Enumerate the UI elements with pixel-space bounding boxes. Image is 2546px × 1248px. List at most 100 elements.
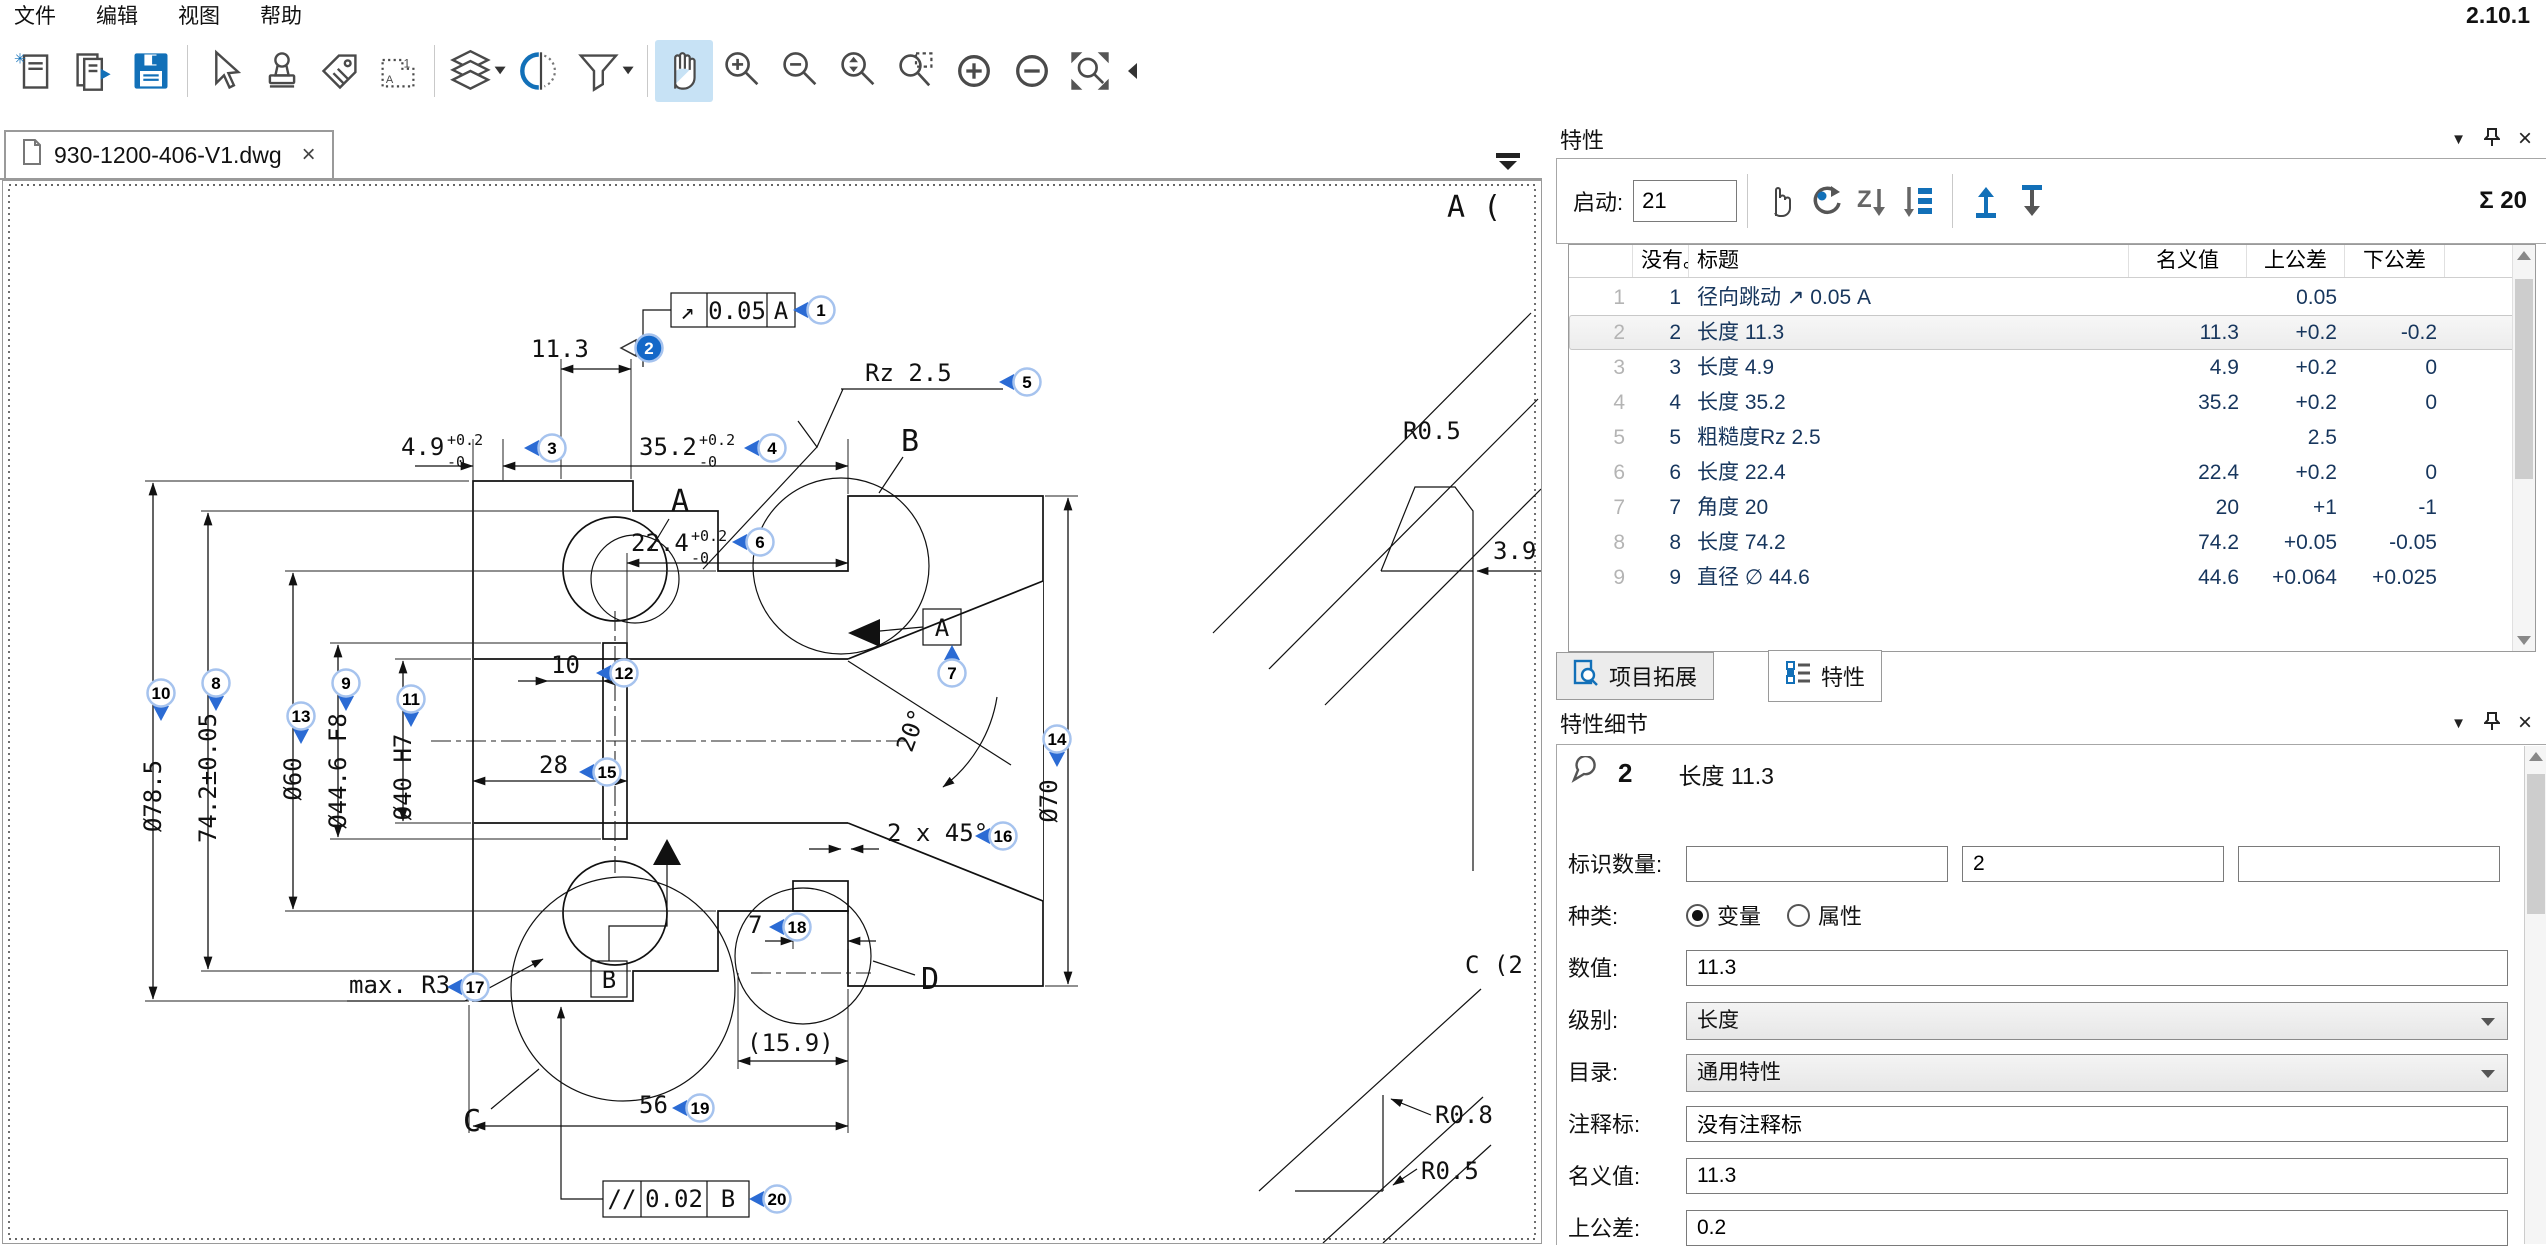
drawing-canvas[interactable]: .dl{stroke:#111;stroke-width:1.3;fill:no… <box>2 180 1542 1244</box>
balloon-shape-icon <box>1568 756 1598 791</box>
open-document-button[interactable] <box>64 40 122 102</box>
panel-collapse-icon[interactable]: ▼ <box>2451 715 2466 732</box>
scroll-up-icon[interactable] <box>2529 752 2543 761</box>
dim-d40: Ø40 H7 <box>389 734 417 821</box>
menu-file[interactable]: 文件 <box>14 0 56 30</box>
balloon-4[interactable]: 4 <box>744 435 786 462</box>
balloon-14[interactable]: 14 <box>1044 726 1071 768</box>
detail-scrollbar[interactable] <box>2524 746 2546 1244</box>
column-header-lower[interactable]: 下公差 <box>2345 245 2445 277</box>
id-count-input-3[interactable] <box>2238 846 2500 882</box>
tab-project-expand[interactable]: 项目拓展 <box>1556 652 1714 700</box>
tab-list-menu-button[interactable] <box>1496 153 1520 170</box>
id-count-input-1[interactable] <box>1686 846 1948 882</box>
filter-button[interactable] <box>570 40 640 102</box>
move-bottom-icon[interactable] <box>2009 178 2055 224</box>
balloon-5[interactable]: 5 <box>999 369 1041 396</box>
balloon-20[interactable]: 20 <box>749 1186 791 1213</box>
table-row-8[interactable]: 88长度 74.274.2+0.05-0.05 <box>1569 525 2535 560</box>
balloon-8[interactable]: 8 <box>203 670 230 712</box>
level-select[interactable]: 长度 <box>1686 1002 2508 1040</box>
table-row-4[interactable]: 44长度 35.235.2+0.20 <box>1569 385 2535 420</box>
pin-icon[interactable] <box>2484 711 2500 735</box>
balloon-6[interactable]: 6 <box>732 529 774 556</box>
balloon-17[interactable]: 17 <box>447 974 489 1001</box>
table-row-9[interactable]: 99直径 ∅ 44.644.6+0.064+0.025 <box>1569 560 2535 595</box>
svg-text:15: 15 <box>598 763 617 782</box>
decrease-button[interactable] <box>1003 40 1061 102</box>
scroll-down-icon[interactable] <box>2517 636 2531 645</box>
kind-radio-1[interactable] <box>1686 904 1709 927</box>
balloon-18[interactable]: 18 <box>769 914 811 941</box>
detail-label-d: D <box>921 962 939 997</box>
column-header-upper[interactable]: 上公差 <box>2247 245 2345 277</box>
detail-scrollbar-thumb[interactable] <box>2527 774 2545 914</box>
start-number-input[interactable] <box>1633 180 1737 222</box>
table-scrollbar[interactable] <box>2512 245 2535 651</box>
zoom-window-button[interactable] <box>887 40 945 102</box>
balloon-13[interactable]: 13 <box>288 703 315 745</box>
dim-d78.5: Ø78.5 <box>139 760 167 832</box>
balloon-2[interactable]: 2 <box>621 335 663 362</box>
tag-tool-button[interactable] <box>311 40 369 102</box>
document-tab-close-button[interactable]: × <box>302 141 316 169</box>
table-row-6[interactable]: 66长度 22.422.4+0.20 <box>1569 455 2535 490</box>
stamp-tool-button[interactable] <box>253 40 311 102</box>
balloon-region-tool-button[interactable]: 1A <box>369 40 427 102</box>
note-input[interactable] <box>1686 1106 2508 1142</box>
zoom-fit-button[interactable] <box>1061 40 1119 102</box>
table-scrollbar-thumb[interactable] <box>2515 279 2533 479</box>
column-header-no[interactable]: 没有。 <box>1633 245 1689 277</box>
mirror-tool-button[interactable] <box>512 40 570 102</box>
panel-collapse-icon[interactable]: ▼ <box>2451 131 2466 148</box>
column-header-title[interactable]: 标题 <box>1689 245 2129 277</box>
value-input[interactable] <box>1686 950 2508 986</box>
toolbar-collapse-button[interactable] <box>1119 40 1145 102</box>
balloon-11[interactable]: 11 <box>398 686 425 728</box>
close-icon[interactable]: × <box>2518 709 2532 737</box>
table-row-1[interactable]: 11径向跳动 ↗ 0.05 A0.05 <box>1569 280 2535 315</box>
pan-tool-button[interactable] <box>655 40 713 102</box>
scroll-up-icon[interactable] <box>2517 251 2531 260</box>
balloon-3[interactable]: 3 <box>524 435 566 462</box>
balloon-19[interactable]: 19 <box>672 1095 714 1122</box>
menu-edit[interactable]: 编辑 <box>96 0 138 30</box>
column-header-nominal[interactable]: 名义值 <box>2129 245 2247 277</box>
move-top-icon[interactable] <box>1963 178 2009 224</box>
balloon-10[interactable]: 10 <box>148 680 175 722</box>
new-document-button[interactable]: ✳ <box>6 40 64 102</box>
zoom-dynamic-button[interactable] <box>829 40 887 102</box>
renumber-rotate-icon[interactable] <box>1804 178 1850 224</box>
zoom-in-button[interactable] <box>713 40 771 102</box>
table-row-7[interactable]: 77角度 2020+1-1 <box>1569 490 2535 525</box>
document-tab[interactable]: 930-1200-406-V1.dwg × <box>4 130 334 178</box>
balloon-1[interactable]: 1 <box>793 297 835 324</box>
close-icon[interactable]: × <box>2518 125 2532 153</box>
increase-button[interactable] <box>945 40 1003 102</box>
table-row-5[interactable]: 55粗糙度Rz 2.52.5 <box>1569 420 2535 455</box>
svg-text:+0.2: +0.2 <box>699 431 735 449</box>
nominal-input[interactable] <box>1686 1158 2508 1194</box>
save-button[interactable] <box>122 40 180 102</box>
table-row-2[interactable]: 22长度 11.311.3+0.2-0.2 <box>1569 315 2535 350</box>
list-sort-icon[interactable] <box>1896 178 1942 224</box>
menu-view[interactable]: 视图 <box>178 0 220 30</box>
menu-help[interactable]: 帮助 <box>260 0 302 30</box>
table-row-3[interactable]: 33长度 4.94.9+0.20 <box>1569 350 2535 385</box>
catalog-select[interactable]: 通用特性 <box>1686 1054 2508 1092</box>
tab-characteristics[interactable]: 特性 <box>1768 650 1882 702</box>
balloon-9[interactable]: 9 <box>333 670 360 712</box>
kind-radio-2[interactable] <box>1787 904 1810 927</box>
upper-tolerance-input[interactable] <box>1686 1210 2508 1246</box>
select-tool-button[interactable] <box>195 40 253 102</box>
z-order-icon[interactable]: Z <box>1850 178 1896 224</box>
dim-35.2: 35.2 <box>639 433 697 461</box>
id-count-input-2[interactable] <box>1962 846 2224 882</box>
zoom-out-button[interactable] <box>771 40 829 102</box>
svg-text:+0.2: +0.2 <box>447 431 483 449</box>
fcf-runout: ↗ 0.05 A <box>643 293 795 367</box>
zoom-out-icon <box>778 49 822 93</box>
layers-button[interactable] <box>442 40 512 102</box>
hand-point-icon[interactable] <box>1758 178 1804 224</box>
pin-icon[interactable] <box>2484 127 2500 151</box>
